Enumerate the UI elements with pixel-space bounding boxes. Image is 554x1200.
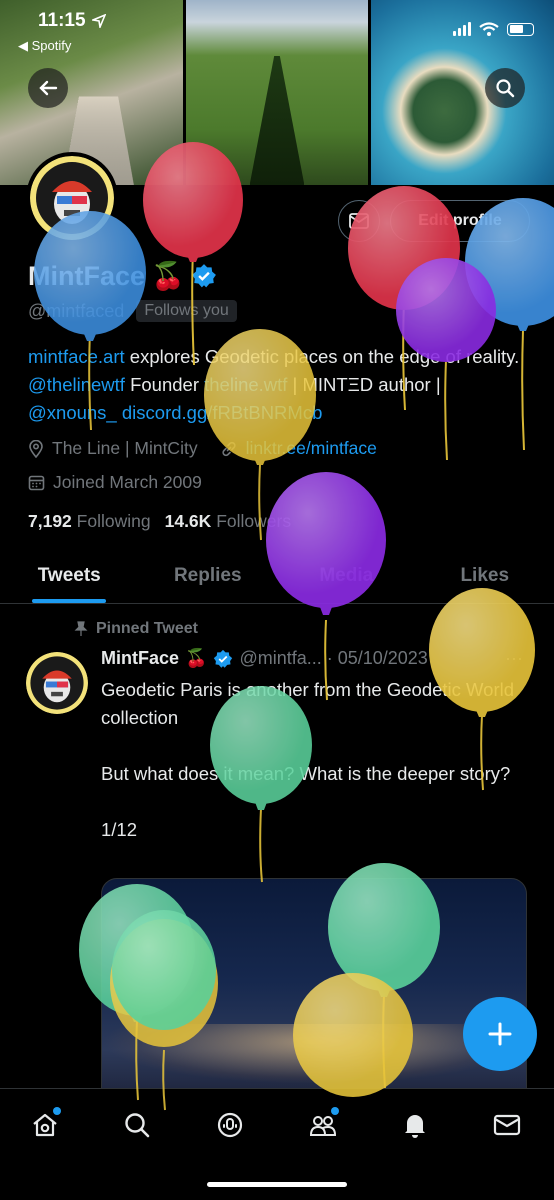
compose-tweet-button[interactable] [463,997,537,1071]
followers-stat[interactable]: 14.6K Followers [165,511,291,532]
cellular-signal-icon [453,22,471,36]
pinned-tweet-label: Pinned Tweet [74,620,198,638]
bio-link-discord[interactable]: discord.gg/fRBtBNRMcb [122,402,322,423]
following-stat[interactable]: 7,192 Following [28,511,151,532]
nav-home[interactable] [27,1107,63,1143]
location-pin-icon [29,439,43,458]
tweet-media-image[interactable] [101,878,527,1108]
profile-website-link[interactable]: linktr.ee/mintface [246,438,377,459]
following-label: Following [76,511,151,531]
back-button[interactable] [28,68,68,108]
bio-text: Founder [124,374,205,395]
battery-icon [507,22,534,36]
tab-replies[interactable]: Replies [139,548,278,603]
plus-icon [488,1022,512,1046]
verified-badge-icon [191,264,216,288]
follows-you-badge: Follows you [136,300,237,322]
profile-avatar[interactable] [26,152,118,244]
bio-text: explores Geodetic places on the edge of … [124,346,520,367]
tab-likes[interactable]: Likes [416,548,554,603]
cherry-emoji: 🍒 [185,648,208,668]
link-icon [221,441,236,456]
envelope-icon [349,213,369,229]
profile-tabs: Tweets Replies Media Likes [0,548,554,604]
skull-avatar-image [26,652,88,714]
profile-joined-date: Joined March 2009 [53,472,202,492]
pinned-text: Pinned Tweet [96,620,198,637]
location-website-row: The Line | MintCity linktr.ee/mintface [28,438,377,459]
communities-notification-dot [331,1107,339,1115]
communities-icon [309,1116,337,1136]
profile-name: MintFace 🍒 [28,260,217,292]
tweet-author-name[interactable]: MintFace [101,648,179,669]
bio-link-theline-wtf[interactable]: theline.wtf [204,374,287,395]
wifi-icon [479,22,499,36]
handle-row: @mintfaced Follows you [28,300,237,322]
messages-icon [493,1114,521,1136]
profile-location: The Line | MintCity [52,438,198,458]
follow-stats: 7,192 Following 14.6K Followers [28,511,291,532]
edit-profile-button[interactable]: Edit profile [390,200,530,242]
home-notification-dot [53,1107,61,1115]
nav-spaces[interactable] [212,1107,248,1143]
followers-count: 14.6K [164,511,212,531]
nav-messages[interactable] [489,1107,525,1143]
tab-media[interactable]: Media [277,548,416,603]
status-time: 11:15 [38,10,106,32]
verified-badge-icon [214,649,233,668]
home-icon [33,1113,57,1137]
tweet-author-avatar[interactable] [26,652,88,714]
nav-notifications[interactable] [397,1107,433,1143]
spaces-icon [217,1112,243,1138]
pin-icon [74,621,88,636]
joined-row: Joined March 2009 [28,472,202,493]
search-icon [125,1113,150,1138]
bio-link-xnouns[interactable]: @xnouns_ [28,402,117,423]
home-indicator[interactable] [207,1182,347,1187]
tweet-meta: @mintfa... · 05/10/2023 [239,648,428,668]
notifications-icon [405,1115,425,1138]
banner-image-2 [185,0,369,185]
arrow-left-icon [39,80,58,96]
profile-name-text: MintFace [28,260,146,291]
bio-text: | MINTΞD author | [287,374,441,395]
more-options-icon[interactable]: ··· [505,648,523,669]
followers-label: Followers [216,511,292,531]
tweet-header: MintFace 🍒 @mintfa... · 05/10/2023 [101,648,428,669]
calendar-icon [28,475,45,491]
following-count: 7,192 [28,511,72,531]
location-arrow-icon [91,14,106,28]
tweet-text: Geodetic Paris is another from the Geode… [101,679,515,840]
back-to-app-link[interactable]: ◀ Spotify [18,38,71,54]
profile-handle: @mintfaced [28,300,125,321]
nav-communities[interactable] [305,1107,341,1143]
search-button[interactable] [485,68,525,108]
status-indicators [453,22,534,36]
nav-search[interactable] [119,1107,155,1143]
bio-link-thelinewtf[interactable]: @thelinewtf [28,374,125,395]
message-button[interactable] [338,200,380,242]
bio-link-mintface-art[interactable]: mintface.art [28,346,125,367]
cherry-emoji: 🍒 [151,261,185,291]
profile-bio: mintface.art explores Geodetic places on… [28,343,528,427]
skull-avatar-image [30,156,114,240]
time-text: 11:15 [38,10,86,31]
tab-tweets[interactable]: Tweets [0,548,139,603]
search-icon [496,79,515,98]
